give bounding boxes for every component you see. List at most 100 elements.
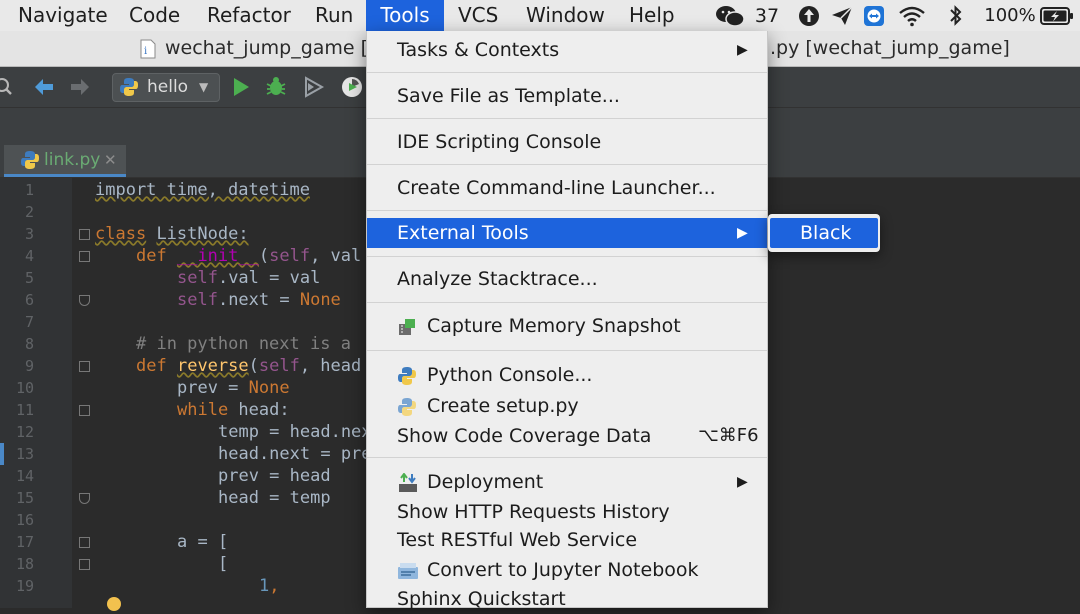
wechat-count: 37 xyxy=(754,4,780,27)
code-line-17: a = [ xyxy=(177,532,229,552)
menu-item-label: Create Command-line Launcher... xyxy=(397,177,716,199)
menu-item-analyze-stacktrace[interactable]: Analyze Stacktrace... xyxy=(367,264,767,294)
close-icon[interactable]: ✕ xyxy=(104,145,117,175)
menu-item-test-restful-web-service[interactable]: Test RESTful Web Service xyxy=(367,525,767,555)
fold-marker-icon[interactable] xyxy=(79,229,90,240)
run-with-coverage-icon[interactable] xyxy=(300,74,328,100)
menu-item-label: Python Console... xyxy=(427,364,593,386)
menu-item-label: External Tools xyxy=(397,222,529,244)
menu-vcs[interactable]: VCS xyxy=(458,0,498,31)
fold-marker-icon[interactable] xyxy=(79,251,90,262)
self-token: self xyxy=(177,290,218,310)
deployment-icon xyxy=(397,472,419,492)
menu-navigate[interactable]: Navigate xyxy=(18,0,108,31)
line-number: 5 xyxy=(24,269,34,287)
wechat-icon[interactable] xyxy=(714,0,746,31)
bluetooth-icon[interactable] xyxy=(944,0,968,31)
self-token: self xyxy=(177,268,218,288)
fold-marker-icon[interactable] xyxy=(79,537,90,548)
menu-run[interactable]: Run xyxy=(315,0,353,31)
battery-icon[interactable] xyxy=(1038,0,1076,31)
send-icon[interactable] xyxy=(828,0,856,31)
menu-item-label: Show HTTP Requests History xyxy=(397,501,670,523)
line-number: 12 xyxy=(15,423,34,441)
menu-item-deployment[interactable]: Deployment ▶ xyxy=(367,467,767,497)
menu-help[interactable]: Help xyxy=(629,0,675,31)
menu-item-save-file-as-template[interactable]: Save File as Template... xyxy=(367,81,767,111)
code-line-8: # in python next is a xyxy=(136,334,351,354)
code-line-12: temp = head.nex xyxy=(218,422,372,442)
upload-icon[interactable] xyxy=(796,0,822,31)
navigate-forward-icon[interactable] xyxy=(68,75,92,99)
code-line-11: while head: xyxy=(177,399,290,421)
fold-marker-icon[interactable] xyxy=(79,361,90,372)
submenu-item-black[interactable]: Black xyxy=(770,218,878,248)
code-token: .val = val xyxy=(217,268,321,288)
tools-menu: Tasks & Contexts ▶ Save File as Template… xyxy=(366,31,768,610)
keyword: def xyxy=(136,356,167,376)
lightbulb-icon[interactable] xyxy=(106,596,122,612)
menu-item-label: IDE Scripting Console xyxy=(397,131,602,153)
self-token: self xyxy=(258,356,300,376)
submenu-arrow-icon: ▶ xyxy=(737,225,748,241)
menu-item-sphinx-quickstart[interactable]: Sphinx Quickstart xyxy=(367,584,767,614)
line-number: 9 xyxy=(24,357,34,375)
line-number: 17 xyxy=(15,533,34,551)
menu-item-external-tools[interactable]: External Tools ▶ xyxy=(367,218,767,248)
menu-item-create-command-line-launcher[interactable]: Create Command-line Launcher... xyxy=(367,173,767,203)
line-number: 14 xyxy=(15,467,34,485)
run-configuration-select[interactable]: hello ▼ xyxy=(112,73,220,102)
menu-separator xyxy=(367,164,767,165)
tab-link-py[interactable]: link.py ✕ xyxy=(4,145,126,177)
keyword: while xyxy=(177,400,229,420)
debug-icon[interactable] xyxy=(262,74,290,100)
profile-icon[interactable] xyxy=(338,74,366,100)
run-configuration-label: hello xyxy=(147,77,189,97)
code-line-15: head = temp xyxy=(218,488,331,508)
menu-refactor[interactable]: Refactor xyxy=(207,0,291,31)
submenu-item-label: Black xyxy=(800,222,852,244)
menu-item-create-setup-py[interactable]: Create setup.py xyxy=(367,391,767,421)
run-icon[interactable] xyxy=(228,74,254,100)
code-token: prev = xyxy=(177,378,249,398)
fold-marker-icon[interactable] xyxy=(79,405,90,416)
wifi-icon[interactable] xyxy=(896,0,928,31)
line-number: 11 xyxy=(15,401,34,419)
menu-item-tasks-contexts[interactable]: Tasks & Contexts ▶ xyxy=(367,35,767,65)
menu-item-capture-memory-snapshot[interactable]: Capture Memory Snapshot xyxy=(367,311,767,341)
menu-separator xyxy=(367,350,767,351)
line-number: 2 xyxy=(24,203,34,221)
teamviewer-icon[interactable] xyxy=(861,0,887,31)
class-name: ListNode: xyxy=(156,224,249,244)
menu-item-convert-to-jupyter-notebook[interactable]: Convert to Jupyter Notebook xyxy=(367,555,767,585)
menu-item-label: Capture Memory Snapshot xyxy=(427,315,681,337)
menu-tools[interactable]: Tools xyxy=(366,0,444,31)
menu-item-ide-scripting-console[interactable]: IDE Scripting Console xyxy=(367,127,767,157)
code-token: , head xyxy=(299,356,362,376)
code-line-13: head.next = pre xyxy=(218,444,372,464)
self-token: self xyxy=(269,246,311,266)
menu-item-label: Sphinx Quickstart xyxy=(397,588,566,610)
line-number: 13 xyxy=(15,445,34,463)
line-number: 18 xyxy=(15,555,34,573)
menu-separator xyxy=(367,457,767,458)
fold-marker-icon[interactable] xyxy=(79,559,90,570)
python-icon xyxy=(397,365,419,385)
menu-item-show-code-coverage-data[interactable]: Show Code Coverage Data ⌥⌘F6 xyxy=(367,421,767,451)
python-file-icon xyxy=(20,150,40,170)
fold-marker-icon[interactable] xyxy=(79,295,90,306)
jupyter-icon xyxy=(397,560,419,580)
menu-item-python-console[interactable]: Python Console... xyxy=(367,360,767,390)
code-line-5: self.val = val xyxy=(177,267,320,289)
function-name: reverse xyxy=(176,356,249,376)
menu-code[interactable]: Code xyxy=(129,0,180,31)
menu-item-show-http-requests-history[interactable]: Show HTTP Requests History xyxy=(367,497,767,527)
keyword: None xyxy=(299,290,341,310)
menu-window[interactable]: Window xyxy=(526,0,605,31)
line-number: 15 xyxy=(15,489,34,507)
search-icon[interactable] xyxy=(0,75,12,99)
code-token: head: xyxy=(228,400,290,420)
fold-marker-icon[interactable] xyxy=(79,493,90,504)
navigate-back-icon[interactable] xyxy=(32,75,56,99)
external-tools-submenu: Black xyxy=(768,214,880,252)
